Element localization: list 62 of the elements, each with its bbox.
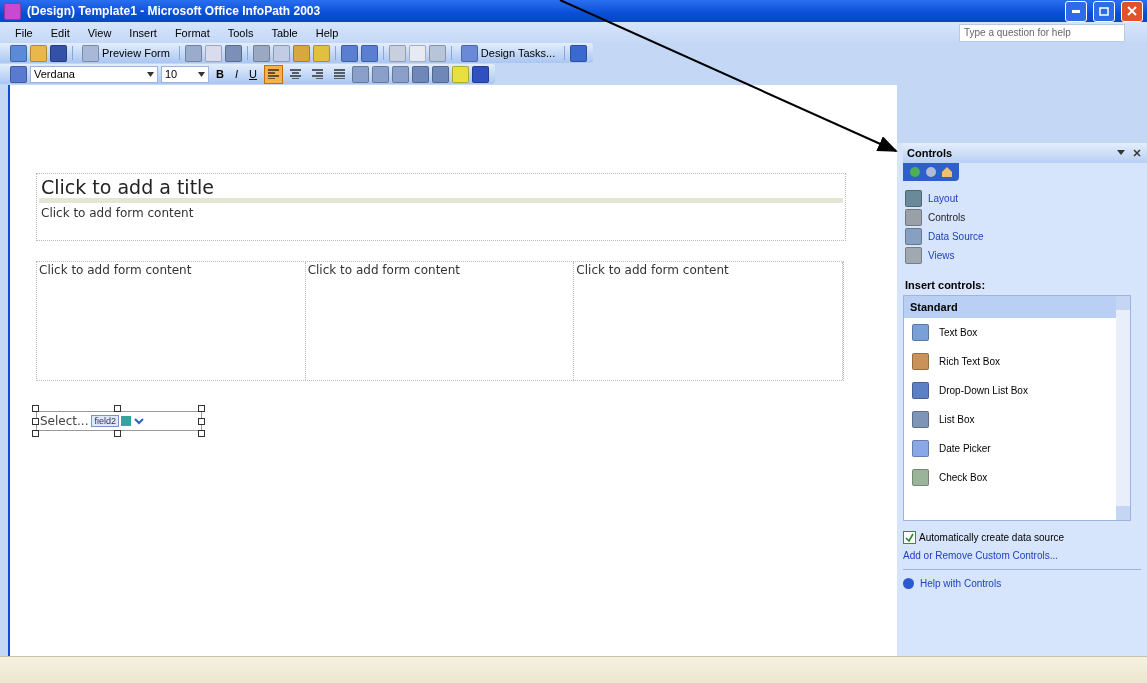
help-link[interactable]: Help with Controls [920,578,1002,589]
close-button[interactable] [1121,0,1143,22]
control-list-item[interactable]: Check Box [904,463,1116,492]
nav-link[interactable]: Layout [928,193,959,204]
nav-link[interactable]: Data Source [928,231,984,242]
table-cell[interactable]: Click to add form content [305,262,575,380]
selection-handle[interactable] [114,405,121,412]
align-right-icon [311,69,323,79]
control-list-item[interactable]: Drop-Down List Box [904,376,1116,405]
menu-item[interactable]: Table [264,24,305,41]
table-cell[interactable]: Click to add form content [37,262,306,380]
control-list-item[interactable]: Text Box [904,318,1116,347]
section-label: Insert controls: [905,279,987,291]
forward-icon[interactable] [925,166,937,178]
minimize-button[interactable] [1065,0,1087,22]
dropdown-arrow-icon [198,71,205,77]
checkbox[interactable] [903,531,916,544]
nav-link[interactable]: Controls [928,212,966,223]
scrollbar[interactable] [1116,296,1130,520]
underline-button[interactable]: U [245,67,261,81]
maximize-button[interactable] [1093,0,1115,22]
table-cell[interactable]: Click to add form content [574,262,843,380]
form-title[interactable]: Click to add a title [39,176,843,203]
menu-item[interactable]: Tools [220,24,261,41]
list-header: Standard [904,296,1116,318]
design-tasks-button[interactable]: Design Tasks... [456,43,560,63]
menu-item[interactable]: Insert [122,24,164,41]
app-icon [4,2,21,20]
selection-handle[interactable] [114,430,121,437]
auto-create-checkbox[interactable]: Automatically create data source [903,531,1147,544]
menu-item[interactable]: Help [308,24,346,41]
pane-menu-icon[interactable] [1117,150,1125,156]
menu-item[interactable]: Format [167,24,217,41]
close-icon [1127,6,1137,16]
maximize-icon [1099,6,1109,16]
binding-icon [121,416,131,426]
align-left-icon [267,69,279,79]
align-button[interactable] [263,64,283,84]
bold-button[interactable]: B [212,67,228,81]
preview-form-button[interactable]: Preview Form [78,43,174,63]
control-list-item[interactable]: Date Picker [904,434,1116,463]
field-binding-tag: field2 [91,415,119,427]
menu-item[interactable]: View [80,24,119,41]
dropdown-arrow-icon [147,71,154,77]
menu-item[interactable]: Edit [43,24,77,41]
justify-icon [333,69,345,79]
control-list-item[interactable]: Rich Text Box [904,347,1116,376]
nav-link[interactable]: Views [928,250,955,261]
control-list-item[interactable]: List Box [904,405,1116,434]
align-center-icon [289,69,301,79]
form-content-placeholder[interactable]: Click to add form content [39,203,843,238]
font-size-dropdown[interactable]: 10 [161,65,209,83]
italic-button[interactable]: I [230,67,242,81]
home-icon[interactable] [941,166,953,178]
font-dropdown[interactable]: Verdana [30,65,158,83]
close-icon[interactable] [1133,149,1141,157]
window-title: (Design) Template1 - Microsoft Office InfoPath 2003 [27,4,322,18]
custom-controls-link[interactable]: Add or Remove Custom Controls... [903,550,1147,561]
minimize-icon [1072,9,1080,13]
pane-title: Controls [907,147,954,159]
help-search-field[interactable]: Type a question for help [959,23,1125,42]
menu-item[interactable]: File [8,24,40,41]
